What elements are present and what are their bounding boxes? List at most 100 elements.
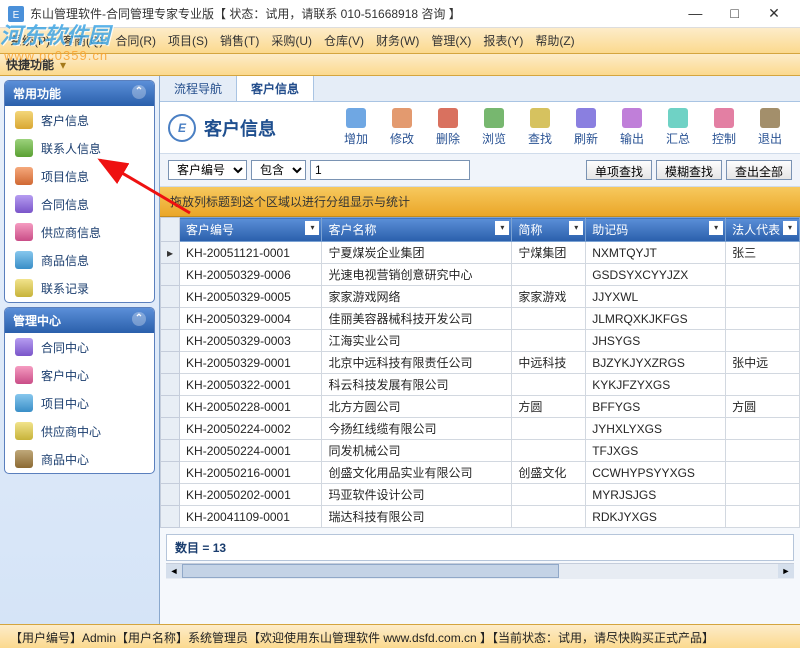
menu-item[interactable]: 项目(S)	[162, 30, 214, 51]
sidebar-item[interactable]: 项目信息	[5, 162, 154, 190]
h-scroll[interactable]: ◄ ►	[166, 563, 794, 579]
table-cell[interactable]	[512, 308, 586, 330]
table-row[interactable]: KH-20050202-0001玛亚软件设计公司 MYRJSJGS	[161, 484, 800, 506]
sidebar-item[interactable]: 联系人信息	[5, 134, 154, 162]
column-filter-icon[interactable]: ▾	[783, 221, 797, 235]
table-cell[interactable]: KH-20050329-0005	[180, 286, 322, 308]
toolbar-button[interactable]: 输出	[610, 108, 654, 147]
tab[interactable]: 流程导航	[160, 76, 237, 101]
table-cell[interactable]: KH-20041109-0001	[180, 506, 322, 528]
column-filter-icon[interactable]: ▾	[305, 221, 319, 235]
table-row[interactable]: ▸KH-20051121-0001宁夏煤炭企业集团宁煤集团NXMTQYJT张三	[161, 242, 800, 264]
table-cell[interactable]	[512, 264, 586, 286]
table-cell[interactable]: BFFYGS	[586, 396, 726, 418]
table-cell[interactable]: RDKJYXGS	[586, 506, 726, 528]
table-row[interactable]: KH-20050329-0003江海实业公司JHSYGS	[161, 330, 800, 352]
search-fuzzy-button[interactable]: 模糊查找	[656, 160, 722, 180]
toolbar-button[interactable]: 控制	[702, 108, 746, 147]
tab[interactable]: 客户信息	[237, 76, 314, 101]
menu-item[interactable]: 帮助(Z)	[529, 30, 580, 51]
minimize-button[interactable]: —	[677, 5, 713, 21]
table-cell[interactable]: KYKJFZYXGS	[586, 374, 726, 396]
table-row[interactable]: KH-20050216-0001创盛文化用品实业有限公司创盛文化CCWHYPSY…	[161, 462, 800, 484]
table-cell[interactable]: 张中远	[726, 352, 800, 374]
table-cell[interactable]: 玛亚软件设计公司	[322, 484, 512, 506]
table-cell[interactable]: KH-20050224-0001	[180, 440, 322, 462]
toolbar-button[interactable]: 刷新	[564, 108, 608, 147]
menu-item[interactable]: 系统(P)	[4, 30, 56, 51]
table-cell[interactable]: 瑞达科技有限公司	[322, 506, 512, 528]
table-cell[interactable]: CCWHYPSYYXGS	[586, 462, 726, 484]
table-cell[interactable]: 创盛文化	[512, 462, 586, 484]
column-header[interactable]: 客户名称▾	[322, 218, 512, 242]
search-value-input[interactable]	[310, 160, 470, 180]
table-cell[interactable]: NXMTQYJT	[586, 242, 726, 264]
table-row[interactable]: KH-20050329-0005家家游戏网络家家游戏JJYXWL	[161, 286, 800, 308]
sidebar-item[interactable]: 客户信息	[5, 106, 154, 134]
table-cell[interactable]	[726, 462, 800, 484]
menu-item[interactable]: 采购(U)	[265, 30, 318, 51]
table-cell[interactable]	[726, 330, 800, 352]
table-cell[interactable]: KH-20050329-0001	[180, 352, 322, 374]
table-cell[interactable]	[726, 418, 800, 440]
menu-item[interactable]: 仓库(V)	[318, 30, 370, 51]
maximize-button[interactable]: □	[717, 5, 753, 21]
column-filter-icon[interactable]: ▾	[495, 221, 509, 235]
table-row[interactable]: KH-20050329-0006光速电视营销创意研究中心GSDSYXCYYJZX	[161, 264, 800, 286]
column-header[interactable]: 简称▾	[512, 218, 586, 242]
column-header[interactable]: 客户编号▾	[180, 218, 322, 242]
search-field-select[interactable]: 客户编号	[168, 160, 247, 180]
table-cell[interactable]	[726, 506, 800, 528]
table-cell[interactable]	[512, 440, 586, 462]
sidebar-item[interactable]: 客户中心	[5, 361, 154, 389]
table-cell[interactable]: KH-20051121-0001	[180, 242, 322, 264]
sidebar-item[interactable]: 供应商中心	[5, 417, 154, 445]
data-grid[interactable]: 客户编号▾客户名称▾简称▾助记码▾法人代表▾▸KH-20051121-0001宁…	[160, 217, 800, 528]
dropdown-icon[interactable]: ▾	[60, 58, 66, 72]
table-cell[interactable]: GSDSYXCYYJZX	[586, 264, 726, 286]
toolbar-button[interactable]: 汇总	[656, 108, 700, 147]
table-cell[interactable]: 创盛文化用品实业有限公司	[322, 462, 512, 484]
sidebar-item[interactable]: 项目中心	[5, 389, 154, 417]
table-cell[interactable]: 宁煤集团	[512, 242, 586, 264]
table-cell[interactable]: JJYXWL	[586, 286, 726, 308]
table-cell[interactable]: KH-20050329-0004	[180, 308, 322, 330]
table-cell[interactable]	[726, 308, 800, 330]
menu-item[interactable]: 客商(Q)	[56, 30, 109, 51]
toolbar-button[interactable]: 浏览	[472, 108, 516, 147]
group-bar[interactable]: 拖放列标题到这个区域以进行分组显示与统计	[160, 187, 800, 217]
table-row[interactable]: KH-20050329-0004佳丽美容器械科技开发公司JLMRQXKJKFGS	[161, 308, 800, 330]
table-cell[interactable]: JYHXLYXGS	[586, 418, 726, 440]
table-cell[interactable]	[512, 374, 586, 396]
sidebar-item[interactable]: 合同中心	[5, 333, 154, 361]
table-cell[interactable]: 今扬红线缆有限公司	[322, 418, 512, 440]
close-button[interactable]: ✕	[756, 5, 792, 22]
sidebar-item[interactable]: 联系记录	[5, 274, 154, 302]
table-cell[interactable]: 宁夏煤炭企业集团	[322, 242, 512, 264]
menu-item[interactable]: 管理(X)	[425, 30, 477, 51]
table-row[interactable]: KH-20050228-0001北方方圆公司方圆BFFYGS方圆	[161, 396, 800, 418]
table-cell[interactable]: 光速电视营销创意研究中心	[322, 264, 512, 286]
search-all-button[interactable]: 查出全部	[726, 160, 792, 180]
table-cell[interactable]: 中远科技	[512, 352, 586, 374]
table-cell[interactable]	[726, 286, 800, 308]
table-cell[interactable]: KH-20050202-0001	[180, 484, 322, 506]
sidebar-item[interactable]: 合同信息	[5, 190, 154, 218]
sidebar-item[interactable]: 商品信息	[5, 246, 154, 274]
table-row[interactable]: KH-20050224-0002今扬红线缆有限公司JYHXLYXGS	[161, 418, 800, 440]
table-cell[interactable]: 方圆	[512, 396, 586, 418]
table-cell[interactable]: 北京中远科技有限责任公司	[322, 352, 512, 374]
collapse-icon[interactable]: ⌃	[132, 85, 146, 99]
table-cell[interactable]: 张三	[726, 242, 800, 264]
table-cell[interactable]: MYRJSJGS	[586, 484, 726, 506]
table-cell[interactable]	[726, 374, 800, 396]
table-cell[interactable]: KH-20050228-0001	[180, 396, 322, 418]
table-cell[interactable]: JHSYGS	[586, 330, 726, 352]
menu-item[interactable]: 销售(T)	[214, 30, 265, 51]
table-cell[interactable]: 家家游戏	[512, 286, 586, 308]
table-cell[interactable]	[726, 264, 800, 286]
table-row[interactable]: KH-20050224-0001同发机械公司TFJXGS	[161, 440, 800, 462]
table-cell[interactable]: 家家游戏网络	[322, 286, 512, 308]
table-row[interactable]: KH-20041109-0001瑞达科技有限公司 RDKJYXGS	[161, 506, 800, 528]
table-cell[interactable]: 江海实业公司	[322, 330, 512, 352]
